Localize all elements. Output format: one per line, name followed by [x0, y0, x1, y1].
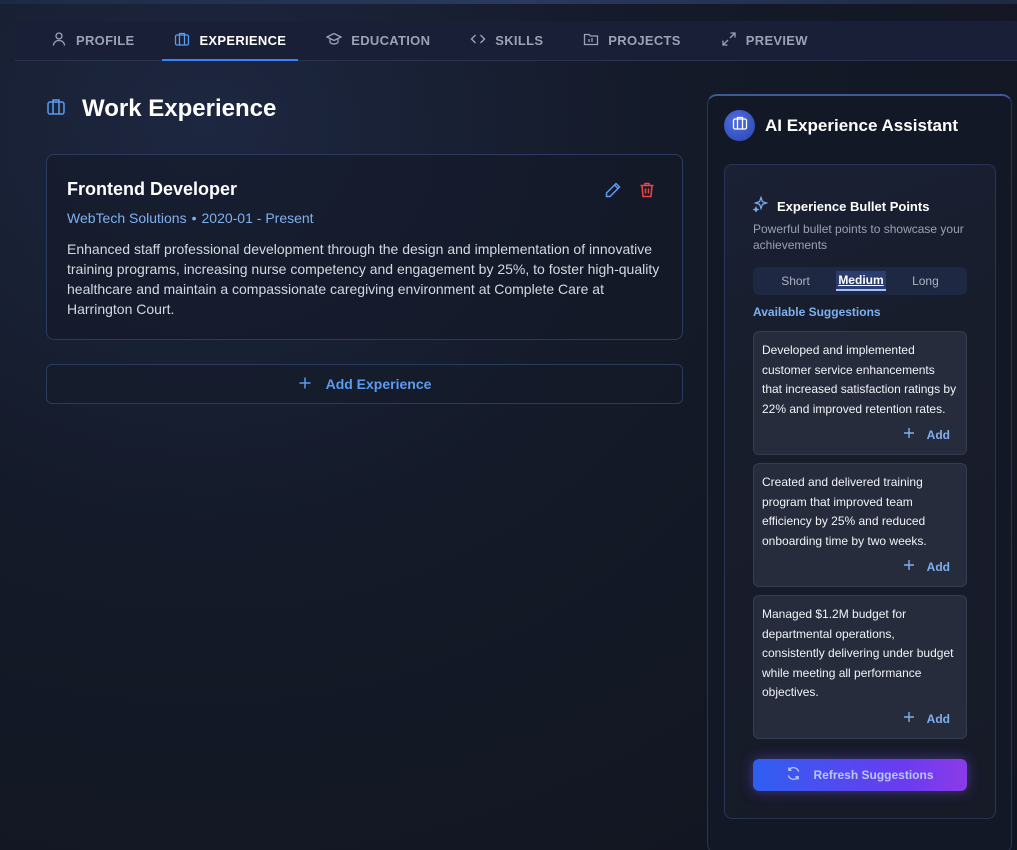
add-label: Add	[926, 711, 950, 726]
code-icon	[470, 31, 486, 50]
sparkle-icon	[752, 195, 769, 217]
bullet-points-description: Powerful bullet points to showcase your …	[753, 222, 964, 252]
plus-icon	[298, 376, 312, 393]
user-icon	[51, 31, 67, 50]
tab-profile[interactable]: PROFILE	[39, 21, 146, 60]
company-name: WebTech Solutions	[67, 210, 187, 226]
tab-skills[interactable]: SKILLS	[458, 21, 555, 60]
suggestion-card: Managed $1.2M budget for departmental op…	[753, 595, 967, 739]
tab-projects[interactable]: PROJECTS	[571, 21, 692, 60]
ai-avatar	[724, 110, 755, 141]
tab-experience[interactable]: EXPERIENCE	[162, 21, 299, 61]
tab-label: PROFILE	[76, 33, 135, 48]
add-suggestion-button[interactable]: Add	[903, 559, 950, 574]
bullet-points-title: Experience Bullet Points	[777, 199, 930, 214]
add-experience-label: Add Experience	[325, 376, 432, 392]
page-title: Work Experience	[82, 95, 277, 122]
length-short[interactable]: Short	[779, 272, 812, 290]
plus-icon	[903, 427, 915, 442]
section-tabs: PROFILE EXPERIENCE EDUCATION SKILLS PROJ…	[15, 21, 1017, 61]
add-label: Add	[926, 559, 950, 574]
ai-header: AI Experience Assistant	[724, 110, 958, 141]
tab-preview[interactable]: PREVIEW	[709, 21, 820, 60]
page-header: Work Experience	[46, 95, 276, 123]
experience-card: Frontend Developer WebTech Solutions • 2…	[46, 154, 683, 340]
add-suggestion-button[interactable]: Add	[903, 427, 950, 442]
briefcase-icon	[732, 115, 748, 136]
refresh-label: Refresh Suggestions	[813, 768, 934, 782]
length-medium[interactable]: Medium	[836, 271, 886, 291]
suggestions-label: Available Suggestions	[753, 305, 881, 319]
plus-icon	[903, 559, 915, 574]
trash-icon[interactable]	[638, 181, 656, 204]
length-long[interactable]: Long	[910, 272, 941, 290]
suggestion-text: Managed $1.2M budget for departmental op…	[762, 607, 954, 699]
meta-separator: •	[191, 210, 197, 226]
refresh-suggestions-button[interactable]: Refresh Suggestions	[753, 759, 967, 791]
ai-assistant-panel: AI Experience Assistant Experience Bulle…	[707, 94, 1012, 850]
suggestion-text: Created and delivered training program t…	[762, 475, 927, 548]
graduation-cap-icon	[325, 31, 343, 50]
tab-label: EXPERIENCE	[199, 33, 287, 48]
ai-title: AI Experience Assistant	[765, 115, 959, 135]
tab-label: SKILLS	[495, 33, 544, 48]
top-accent-line	[0, 0, 1017, 4]
job-meta: WebTech Solutions • 2020-01 - Present	[67, 210, 662, 226]
expand-icon	[721, 31, 737, 50]
refresh-icon	[786, 766, 801, 784]
bullet-points-header: Experience Bullet Points	[752, 195, 930, 217]
briefcase-icon	[174, 31, 190, 50]
suggestion-card: Created and delivered training program t…	[753, 463, 967, 587]
tab-education[interactable]: EDUCATION	[314, 21, 442, 60]
tab-label: PROJECTS	[608, 33, 681, 48]
plus-icon	[903, 711, 915, 726]
folder-icon	[583, 31, 599, 50]
job-description: Enhanced staff professional development …	[67, 241, 660, 317]
edit-icon[interactable]	[604, 181, 622, 204]
tab-label: EDUCATION	[351, 33, 431, 48]
suggestion-card: Developed and implemented customer servi…	[753, 331, 967, 455]
add-suggestion-button[interactable]: Add	[903, 711, 950, 726]
job-title: Frontend Developer	[67, 179, 238, 199]
job-dates: 2020-01 - Present	[201, 210, 314, 226]
briefcase-icon	[46, 97, 66, 122]
card-actions	[604, 181, 656, 204]
suggestion-text: Developed and implemented customer servi…	[762, 343, 957, 416]
tab-label: PREVIEW	[745, 33, 808, 48]
length-selector: Short Medium Long	[753, 267, 967, 295]
bullet-points-section: Experience Bullet Points Powerful bullet…	[724, 164, 996, 819]
add-experience-button[interactable]: Add Experience	[46, 364, 683, 404]
add-label: Add	[926, 427, 950, 442]
